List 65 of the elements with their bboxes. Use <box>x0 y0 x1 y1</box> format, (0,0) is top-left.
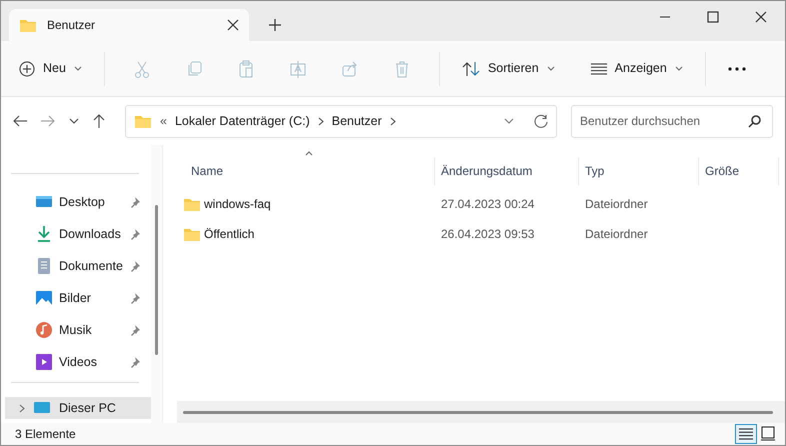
close-icon[interactable] <box>755 11 767 23</box>
folder-icon <box>183 226 201 242</box>
scrollbar-thumb[interactable] <box>183 410 773 414</box>
breadcrumb-item[interactable]: Lokaler Datenträger (C:) <box>174 112 310 130</box>
sort-arrows-icon <box>462 60 480 76</box>
column-header[interactable]: Typ <box>579 157 699 185</box>
folder-icon <box>183 196 201 212</box>
item-count: 3 Elemente <box>15 426 76 443</box>
sort-caret-icon <box>305 151 313 156</box>
music-note-icon <box>35 321 53 339</box>
maximize-icon[interactable] <box>707 11 719 23</box>
scissors-icon <box>132 60 151 78</box>
overflow-chevron[interactable]: « <box>160 112 167 130</box>
sidebar-item[interactable]: Bilder <box>5 282 151 314</box>
chevron-down-icon[interactable] <box>504 118 514 124</box>
sidebar-item[interactable]: Downloads <box>5 218 151 250</box>
refresh-icon[interactable] <box>534 114 548 128</box>
up-arrow-icon[interactable] <box>93 114 105 128</box>
forward-arrow-icon[interactable] <box>41 115 55 127</box>
column-header[interactable]: Name <box>177 157 435 185</box>
plus-circle-icon <box>19 60 35 76</box>
tab[interactable]: Benutzer <box>9 9 249 41</box>
caret-icon <box>74 66 82 71</box>
details-view-icon <box>738 426 754 442</box>
sidebar-item[interactable]: Videos <box>5 346 151 378</box>
breadcrumb-item[interactable]: Benutzer <box>332 112 382 130</box>
caret-icon <box>546 66 555 71</box>
folder-icon <box>134 113 152 129</box>
chevron-right-icon[interactable] <box>318 116 324 126</box>
sort-button[interactable]: Sortieren <box>454 53 563 84</box>
document-icon <box>35 257 53 275</box>
view-button[interactable]: Anzeigen <box>582 53 691 84</box>
sidebar-item[interactable]: Dieser PC <box>5 397 151 419</box>
column-header[interactable]: Größe <box>699 157 779 185</box>
scrollbar-thumb[interactable] <box>155 205 158 355</box>
monitor-icon <box>33 401 51 415</box>
rename-icon <box>288 60 307 78</box>
chevron-right-icon <box>19 404 25 412</box>
sidebar-item[interactable]: Desktop <box>5 186 151 218</box>
back-arrow-icon[interactable] <box>13 115 27 127</box>
details-view-button[interactable] <box>735 424 757 444</box>
list-lines-icon <box>590 62 607 74</box>
chevron-right-icon[interactable] <box>390 116 396 126</box>
more-icon <box>728 66 746 70</box>
sidebar-item[interactable]: Dokumente <box>5 250 151 282</box>
new-button[interactable]: Neu <box>11 53 90 84</box>
video-icon <box>35 353 53 371</box>
download-icon <box>35 225 53 243</box>
search-icon <box>748 114 761 128</box>
address-bar[interactable]: « Lokaler Datenträger (C:) Benutzer <box>125 104 557 138</box>
clipboard-icon <box>236 60 255 78</box>
tiles-view-icon <box>760 426 776 442</box>
folder-icon <box>19 17 37 33</box>
picture-icon <box>35 289 53 307</box>
tab-title: Benutzer <box>47 17 96 34</box>
column-header[interactable]: Änderungsdatum <box>435 157 579 185</box>
plus-icon[interactable] <box>269 19 281 31</box>
chevron-down-icon[interactable] <box>69 118 79 124</box>
file-row[interactable]: Öffentlich 26.04.2023 09:53 Dateiordner <box>177 219 785 249</box>
sidebar-item[interactable]: Musik <box>5 314 151 346</box>
share-icon <box>340 60 359 78</box>
caret-icon <box>674 66 683 71</box>
search-field[interactable]: Benutzer durchsuchen <box>571 104 773 138</box>
file-row[interactable]: windows-faq 27.04.2023 00:24 Dateiordner <box>177 189 785 219</box>
close-icon[interactable] <box>227 19 239 31</box>
